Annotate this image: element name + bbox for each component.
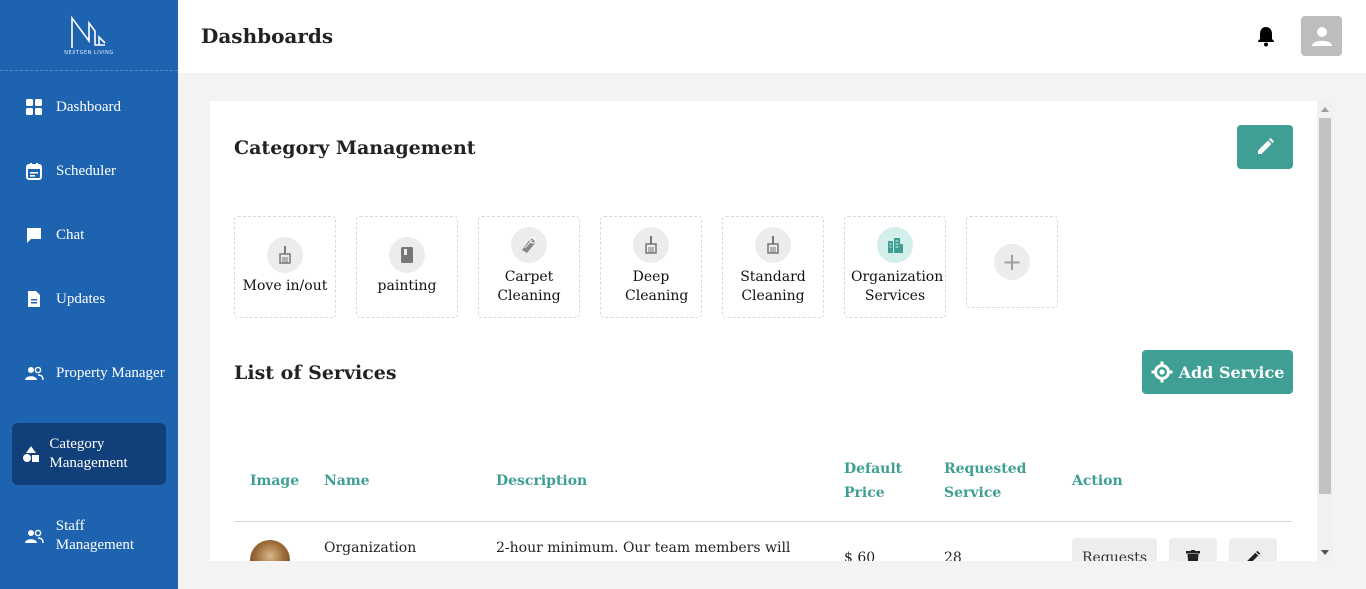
- people-icon: [12, 365, 56, 381]
- category-move-in-out[interactable]: Move in/out: [234, 216, 336, 318]
- sidebar-item-property-manager[interactable]: Property Manager: [12, 353, 166, 393]
- column-header-default-price: Default Price: [844, 461, 903, 501]
- dashboard-icon: [12, 98, 56, 116]
- edit-categories-button[interactable]: [1237, 125, 1293, 169]
- delete-button[interactable]: [1169, 538, 1217, 561]
- sidebar-item-category-management[interactable]: Category Management: [12, 423, 166, 485]
- logo-icon: [71, 15, 106, 48]
- brand-logo[interactable]: NEXTGEN LIVING: [0, 0, 178, 71]
- category-label: Move in/out: [242, 278, 328, 294]
- add-category-button[interactable]: +: [966, 216, 1058, 308]
- document-icon: [12, 290, 56, 308]
- user-icon: [1311, 27, 1332, 46]
- scrollbar[interactable]: [1317, 101, 1333, 561]
- broom-icon: [267, 237, 303, 273]
- gear-icon: [1151, 361, 1173, 383]
- sidebar-item-label: Scheduler: [56, 162, 116, 179]
- requests-label: Requests: [1081, 550, 1148, 561]
- service-name: Organization: [324, 540, 417, 556]
- trash-icon: [1186, 550, 1200, 561]
- avatar[interactable]: [1301, 16, 1342, 56]
- column-header-description: Description: [496, 473, 588, 489]
- scroll-up-arrow-icon[interactable]: [1321, 107, 1329, 112]
- people-icon: [12, 528, 56, 544]
- pencil-icon: [1247, 550, 1261, 561]
- calendar-icon: [12, 162, 56, 180]
- service-thumbnail: [250, 540, 290, 561]
- sidebar-item-label: Property Manager: [56, 364, 165, 381]
- scroll-thumb[interactable]: [1319, 118, 1331, 494]
- service-price: $ 60: [844, 550, 876, 561]
- paint-icon: [389, 237, 425, 273]
- sidebar-item-label: Staff Management: [55, 518, 135, 553]
- services-section-title: List of Services: [234, 362, 397, 384]
- category-carpet-cleaning[interactable]: Carpet Cleaning: [478, 216, 580, 318]
- page-title: Dashboards: [201, 24, 334, 48]
- sidebar-item-chat[interactable]: Chat: [12, 215, 166, 255]
- sidebar-item-label: Updates: [56, 290, 106, 307]
- column-header-name: Name: [324, 473, 370, 489]
- scroll-down-arrow-icon[interactable]: [1321, 550, 1329, 555]
- logo-text: NEXTGEN LIVING: [64, 49, 114, 56]
- category-standard-cleaning[interactable]: Standard Cleaning: [722, 216, 824, 318]
- service-requested-count: 28: [944, 550, 962, 561]
- category-painting[interactable]: painting: [356, 216, 458, 318]
- sidebar-item-updates[interactable]: Updates: [12, 279, 166, 319]
- requests-button[interactable]: Requests: [1072, 538, 1157, 561]
- category-label: painting: [377, 278, 437, 294]
- plus-icon: +: [994, 244, 1030, 280]
- category-label: Organization Services: [851, 269, 944, 304]
- broom-icon: [633, 227, 669, 263]
- sidebar-item-label: Category Management: [49, 436, 128, 471]
- buildings-icon: [877, 227, 913, 263]
- category-section-title: Category Management: [234, 137, 476, 159]
- category-label: Deep Cleaning: [625, 269, 689, 304]
- column-header-image: Image: [250, 473, 300, 489]
- sidebar-item-dashboard[interactable]: Dashboard: [12, 87, 166, 127]
- category-label: Carpet Cleaning: [497, 269, 561, 304]
- sidebar-item-scheduler[interactable]: Scheduler: [12, 151, 166, 191]
- sidebar-item-label: Dashboard: [56, 98, 121, 115]
- carpet-icon: [511, 227, 547, 263]
- service-description: 2-hour minimum. Our team members will: [496, 540, 791, 556]
- add-service-label: Add Service: [1178, 362, 1285, 382]
- bell-icon[interactable]: [1256, 25, 1276, 51]
- sidebar-item-staff-management[interactable]: Staff Management: [12, 516, 166, 556]
- category-label: Standard Cleaning: [740, 269, 806, 304]
- shapes-icon: [12, 445, 49, 463]
- chat-icon: [12, 226, 56, 244]
- main-card: Category Management Move in/out painting…: [210, 101, 1317, 561]
- add-service-button[interactable]: Add Service: [1142, 350, 1293, 394]
- table-divider: [234, 521, 1292, 522]
- sidebar-item-label: Chat: [56, 226, 85, 243]
- top-header: Dashboards: [178, 0, 1366, 73]
- column-header-action: Action: [1072, 473, 1123, 489]
- column-header-requested-service: Requested Service: [944, 461, 1027, 501]
- edit-service-button[interactable]: [1229, 538, 1277, 561]
- broom-icon: [755, 227, 791, 263]
- pencil-icon: [1258, 138, 1274, 154]
- category-organization-services[interactable]: Organization Services: [844, 216, 946, 318]
- category-deep-cleaning[interactable]: Deep Cleaning: [600, 216, 702, 318]
- sidebar: NEXTGEN LIVING Dashboard Scheduler Chat …: [0, 0, 178, 589]
